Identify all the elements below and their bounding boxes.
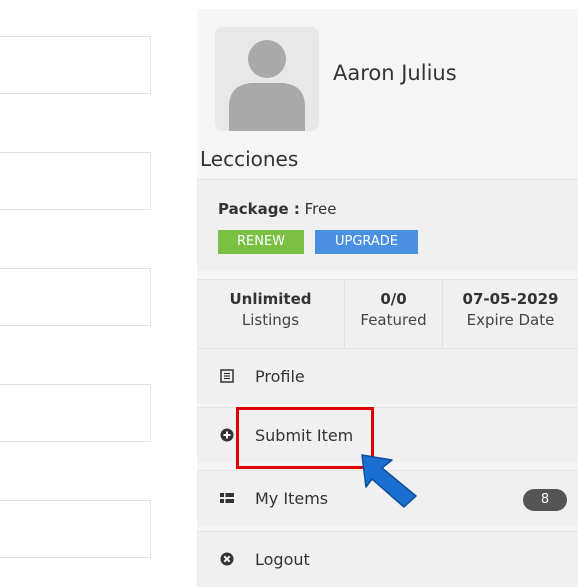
stat-value: 0/0 xyxy=(380,290,407,308)
stat-value: 07-05-2029 xyxy=(462,290,559,308)
menu-label: Profile xyxy=(255,367,305,386)
stat-label: Expire Date xyxy=(466,311,555,329)
avatar xyxy=(215,27,319,131)
input-box[interactable] xyxy=(0,384,151,442)
user-silhouette-icon xyxy=(229,40,305,131)
profile-header: Aaron Julius xyxy=(197,9,578,142)
user-name: Aaron Julius xyxy=(333,61,457,85)
stat-value: Unlimited xyxy=(229,290,312,308)
upgrade-button[interactable]: UPGRADE xyxy=(315,230,418,254)
stat-label: Featured xyxy=(360,311,427,329)
stat-expire-date: 07-05-2029 Expire Date xyxy=(443,280,578,350)
menu-item-logout[interactable]: Logout xyxy=(197,531,578,587)
menu-label: Submit Item xyxy=(255,426,354,445)
input-box[interactable] xyxy=(0,500,151,558)
pointer-arrow-icon xyxy=(361,454,417,508)
stat-listings: Unlimited Listings xyxy=(197,280,345,350)
list-icon xyxy=(220,493,234,503)
stat-featured: 0/0 Featured xyxy=(345,280,443,350)
items-count-badge: 8 xyxy=(523,489,567,511)
package-label: Package : xyxy=(218,200,300,218)
menu-label: Logout xyxy=(255,550,310,569)
package-info: Package : Free xyxy=(218,200,336,218)
stats-card: Unlimited Listings 0/0 Featured 07-05-20… xyxy=(197,279,578,350)
package-card: Package : Free RENEW UPGRADE xyxy=(197,179,578,271)
stat-label: Listings xyxy=(241,311,300,329)
input-box[interactable] xyxy=(0,152,151,210)
section-title: Lecciones xyxy=(200,147,299,171)
menu-label: My Items xyxy=(255,489,329,508)
package-value: Free xyxy=(304,200,337,218)
close-circle-icon xyxy=(220,552,234,566)
menu-item-profile[interactable]: Profile xyxy=(197,348,578,404)
profile-card-icon xyxy=(220,369,234,383)
plus-circle-icon xyxy=(220,428,234,442)
renew-button[interactable]: RENEW xyxy=(218,230,304,254)
input-box[interactable] xyxy=(0,268,151,326)
input-box[interactable] xyxy=(0,36,151,94)
